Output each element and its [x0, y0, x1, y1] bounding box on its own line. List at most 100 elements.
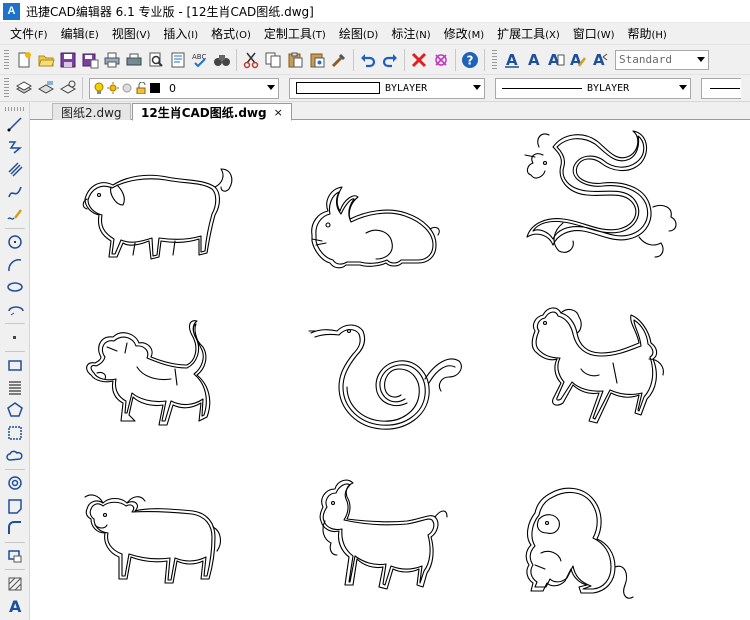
horse-drawing: [521, 303, 671, 436]
toolbar-grip[interactable]: [4, 49, 9, 70]
menu-extend-tools[interactable]: 扩展工具(X): [497, 25, 560, 42]
toolbar-grip[interactable]: [492, 49, 497, 70]
toolbar-separator: [236, 48, 237, 71]
app-logo-icon: A: [3, 2, 20, 20]
menu-help[interactable]: 帮助(H): [628, 25, 667, 42]
single-line-text-icon[interactable]: A: [523, 49, 544, 70]
layer-select[interactable]: 0: [89, 77, 279, 99]
chevron-down-icon: [267, 84, 275, 90]
plot-icon[interactable]: [123, 49, 144, 70]
menu-insert[interactable]: 插入(I): [163, 25, 198, 42]
donut-icon[interactable]: [0, 472, 30, 495]
arc-icon[interactable]: [0, 254, 30, 277]
tab-zodiac-drawing[interactable]: 12生肖CAD图纸.dwg ×: [132, 103, 292, 121]
cut-icon[interactable]: [240, 49, 261, 70]
drawing-canvas[interactable]: [31, 121, 750, 620]
multiline-icon[interactable]: [0, 158, 30, 181]
match-properties-icon[interactable]: [328, 49, 349, 70]
print-preview-icon[interactable]: [145, 49, 166, 70]
toolbar-separator: [353, 48, 354, 71]
toolbar-grip[interactable]: [4, 78, 9, 98]
polyline-icon[interactable]: [0, 136, 30, 159]
help-icon[interactable]: ?: [459, 49, 480, 70]
scale-text-icon[interactable]: A: [589, 49, 610, 70]
close-icon[interactable]: ×: [274, 106, 283, 119]
layer-color-icon[interactable]: [149, 82, 161, 94]
text-icon[interactable]: A: [0, 595, 30, 618]
multiline-text-icon[interactable]: A: [545, 49, 566, 70]
menu-draw[interactable]: 绘图(D): [339, 25, 379, 42]
rectangle-icon[interactable]: [0, 354, 30, 377]
paste-special-icon[interactable]: [306, 49, 327, 70]
properties-icon[interactable]: [167, 49, 188, 70]
lightbulb-icon[interactable]: [93, 82, 105, 94]
menu-view[interactable]: 视图(V): [112, 25, 151, 42]
chevron-down-icon: [697, 56, 705, 62]
point-icon[interactable]: [0, 326, 30, 349]
purge-icon[interactable]: [430, 49, 451, 70]
sketch-icon[interactable]: [0, 203, 30, 226]
save-icon[interactable]: [57, 49, 78, 70]
spring-icon[interactable]: [0, 377, 30, 400]
block-icon[interactable]: [0, 545, 30, 568]
sun-icon[interactable]: [107, 82, 119, 94]
lineweight-select[interactable]: [701, 77, 741, 99]
color-swatch: [296, 82, 380, 94]
undo-icon[interactable]: [357, 49, 378, 70]
menu-custom-tools[interactable]: 定制工具(T): [264, 25, 326, 42]
find-icon[interactable]: [211, 49, 232, 70]
wipeout-icon[interactable]: [0, 495, 30, 518]
layer-previous-icon[interactable]: [35, 78, 56, 99]
line-icon[interactable]: [0, 113, 30, 136]
hatch-icon[interactable]: [0, 572, 30, 595]
fillet-icon[interactable]: [0, 517, 30, 540]
text-style-select[interactable]: Standard: [615, 49, 709, 70]
menu-modify[interactable]: 修改(M): [444, 25, 484, 42]
tiger-drawing: [77, 317, 227, 440]
color-select[interactable]: BYLAYER: [289, 77, 485, 99]
circle-icon[interactable]: [0, 231, 30, 254]
linetype-value: BYLAYER: [587, 82, 630, 94]
polygon-icon[interactable]: [0, 399, 30, 422]
svg-text:A: A: [528, 51, 540, 69]
menu-edit[interactable]: 编辑(E): [61, 25, 99, 42]
delete-icon[interactable]: [408, 49, 429, 70]
linetype-sample: [502, 87, 582, 89]
print-icon[interactable]: [101, 49, 122, 70]
layer-state-icon[interactable]: [57, 78, 78, 99]
edit-text-icon[interactable]: A: [567, 49, 588, 70]
tab-drawing2[interactable]: 图纸2.dwg: [52, 103, 131, 120]
ellipse-arc-icon[interactable]: [0, 299, 30, 322]
ox-drawing: [83, 487, 223, 590]
toolbar-separator: [5, 350, 25, 352]
lineweight-sample: [710, 87, 740, 89]
toolbar-separator: [455, 48, 456, 71]
linetype-select[interactable]: BYLAYER: [495, 77, 691, 99]
save-as-icon[interactable]: [79, 49, 100, 70]
toolbar-separator: [82, 77, 83, 99]
document-tabs: 图纸2.dwg 12生肖CAD图纸.dwg ×: [30, 102, 750, 121]
menu-format[interactable]: 格式(O): [211, 25, 251, 42]
unlock-icon[interactable]: [135, 82, 147, 94]
spell-check-icon[interactable]: ABC: [189, 49, 210, 70]
open-folder-icon[interactable]: [35, 49, 56, 70]
cloud-icon[interactable]: [0, 444, 30, 467]
viewport-freeze-icon[interactable]: [121, 82, 133, 94]
layers-toolbar: 0 BYLAYER BYLAYER: [0, 74, 750, 102]
ellipse-icon[interactable]: [0, 276, 30, 299]
menu-window[interactable]: 窗口(W): [573, 25, 615, 42]
new-file-icon[interactable]: [13, 49, 34, 70]
redo-icon[interactable]: [379, 49, 400, 70]
layer-manager-icon[interactable]: [13, 78, 34, 99]
copy-icon[interactable]: [262, 49, 283, 70]
menu-file[interactable]: 文件(F): [10, 25, 48, 42]
toolbar-grip[interactable]: [5, 107, 25, 111]
spline-icon[interactable]: [0, 181, 30, 204]
region-icon[interactable]: [0, 422, 30, 445]
text-style-icon[interactable]: A: [501, 49, 522, 70]
draw-toolbar: A: [0, 102, 30, 620]
rabbit-drawing: [306, 183, 446, 276]
menu-dimension[interactable]: 标注(N): [391, 25, 430, 42]
snake-drawing: [308, 317, 469, 440]
paste-icon[interactable]: [284, 49, 305, 70]
